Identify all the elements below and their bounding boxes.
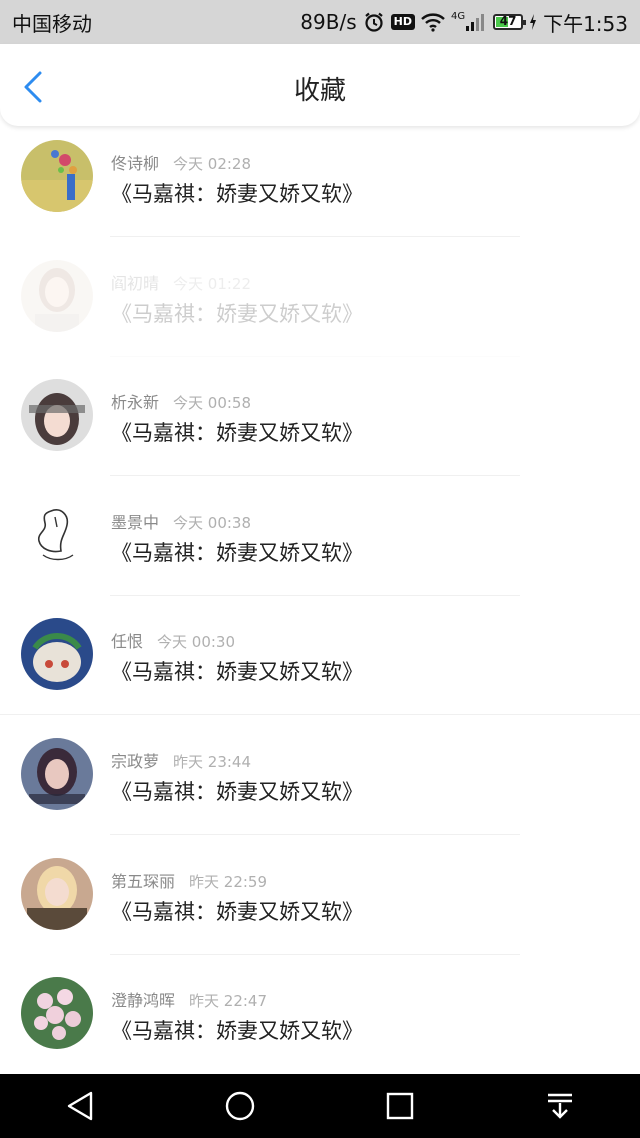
clock: 下午1:53 [543, 11, 628, 36]
navigation-bar [0, 1074, 640, 1138]
list-item[interactable]: 宗政萝 昨天 23:44 《马嘉祺：娇妻又娇又软》 [0, 724, 640, 844]
item-book-title[interactable]: 《马嘉祺：娇妻又娇又软》 [111, 417, 363, 447]
item-book-title[interactable]: 《马嘉祺：娇妻又娇又软》 [111, 178, 363, 208]
list-item[interactable]: 任恨 今天 00:30 《马嘉祺：娇妻又娇又软》 [0, 604, 640, 724]
list-item[interactable]: 佟诗柳 今天 02:28 《马嘉祺：娇妻又娇又软》 [0, 126, 640, 246]
item-book-title[interactable]: 《马嘉祺：娇妻又娇又软》 [111, 537, 363, 567]
item-name: 任恨 [111, 632, 144, 652]
status-icons: 89B/s HD 4G 47 下午1:53 [300, 8, 628, 37]
item-book-title[interactable]: 《马嘉祺：娇妻又娇又软》 [111, 1015, 363, 1045]
item-time: 今天 00:58 [173, 394, 252, 413]
list-item[interactable]: 阎初晴 今天 01:22 《马嘉祺：娇妻又娇又软》 [0, 246, 640, 366]
avatar[interactable] [21, 618, 93, 691]
item-name: 墨景中 [111, 512, 160, 532]
alarm-icon [363, 11, 385, 33]
battery-level: 47 [499, 14, 517, 28]
divider [110, 833, 520, 835]
item-book-title[interactable]: 《马嘉祺：娇妻又娇又软》 [111, 776, 363, 806]
avatar[interactable] [21, 737, 93, 810]
item-name: 第五琛丽 [111, 871, 176, 891]
avatar[interactable] [21, 259, 93, 332]
circle-home-icon [225, 1091, 255, 1121]
network-speed: 89B/s [300, 10, 357, 34]
avatar[interactable] [21, 857, 93, 930]
square-recents-icon [386, 1092, 414, 1120]
favorites-list: 佟诗柳 今天 02:28 《马嘉祺：娇妻又娇又软》 阎初晴 今天 01:22 《马嘉… [0, 126, 640, 1083]
cellular-signal-icon: 4G [450, 10, 487, 32]
item-time: 今天 00:30 [157, 633, 236, 652]
nav-recents-button[interactable] [340, 1074, 460, 1138]
item-name: 澄静鸿晖 [111, 991, 176, 1011]
item-time: 今天 02:28 [173, 155, 252, 173]
item-name: 佟诗柳 [111, 154, 160, 173]
nav-home-button[interactable] [180, 1074, 300, 1138]
divider [110, 594, 520, 596]
nav-back-button[interactable] [20, 1074, 140, 1138]
charging-icon [529, 14, 537, 30]
battery-icon: 47 [493, 14, 527, 30]
divider [110, 475, 520, 477]
item-name: 析永新 [111, 393, 160, 413]
item-name: 宗政萝 [111, 751, 160, 771]
item-name: 阎初晴 [111, 273, 160, 293]
item-book-title[interactable]: 《马嘉祺：娇妻又娇又软》 [111, 656, 363, 686]
divider [110, 236, 520, 237]
nav-notifications-button[interactable] [500, 1074, 620, 1138]
avatar[interactable] [21, 379, 93, 452]
divider [110, 355, 520, 357]
avatar[interactable] [21, 140, 93, 212]
list-item[interactable]: 第五琛丽 昨天 22:59 《马嘉祺：娇妻又娇又软》 [0, 844, 640, 964]
pull-down-icon [548, 1093, 572, 1119]
divider [0, 714, 640, 716]
avatar[interactable] [21, 977, 93, 1050]
triangle-back-icon [67, 1091, 93, 1121]
wifi-icon [421, 12, 445, 32]
item-time: 今天 00:38 [173, 513, 252, 532]
item-time: 昨天 22:59 [189, 872, 268, 891]
item-time: 昨天 22:47 [189, 992, 268, 1011]
page-title: 收藏 [293, 76, 346, 106]
status-bar: 中国移动 89B/s HD 4G 47 下午1:53 [0, 0, 640, 44]
item-time: 昨天 23:44 [173, 752, 252, 771]
divider [110, 953, 520, 955]
item-time: 今天 01:22 [173, 274, 252, 293]
avatar[interactable] [21, 498, 93, 571]
carrier-name: 中国移动 [12, 11, 92, 36]
item-book-title[interactable]: 《马嘉祺：娇妻又娇又软》 [111, 896, 363, 926]
hd-icon: HD [390, 14, 415, 30]
list-item[interactable]: 澄静鸿晖 昨天 22:47 《马嘉祺：娇妻又娇又软》 [0, 963, 640, 1083]
title-bar: 收藏 [0, 44, 640, 126]
list-item[interactable]: 析永新 今天 00:58 《马嘉祺：娇妻又娇又软》 [0, 365, 640, 485]
item-book-title[interactable]: 《马嘉祺：娇妻又娇又软》 [111, 298, 363, 328]
list-item[interactable]: 墨景中 今天 00:38 《马嘉祺：娇妻又娇又软》 [0, 485, 640, 605]
network-type: 4G [450, 10, 466, 22]
